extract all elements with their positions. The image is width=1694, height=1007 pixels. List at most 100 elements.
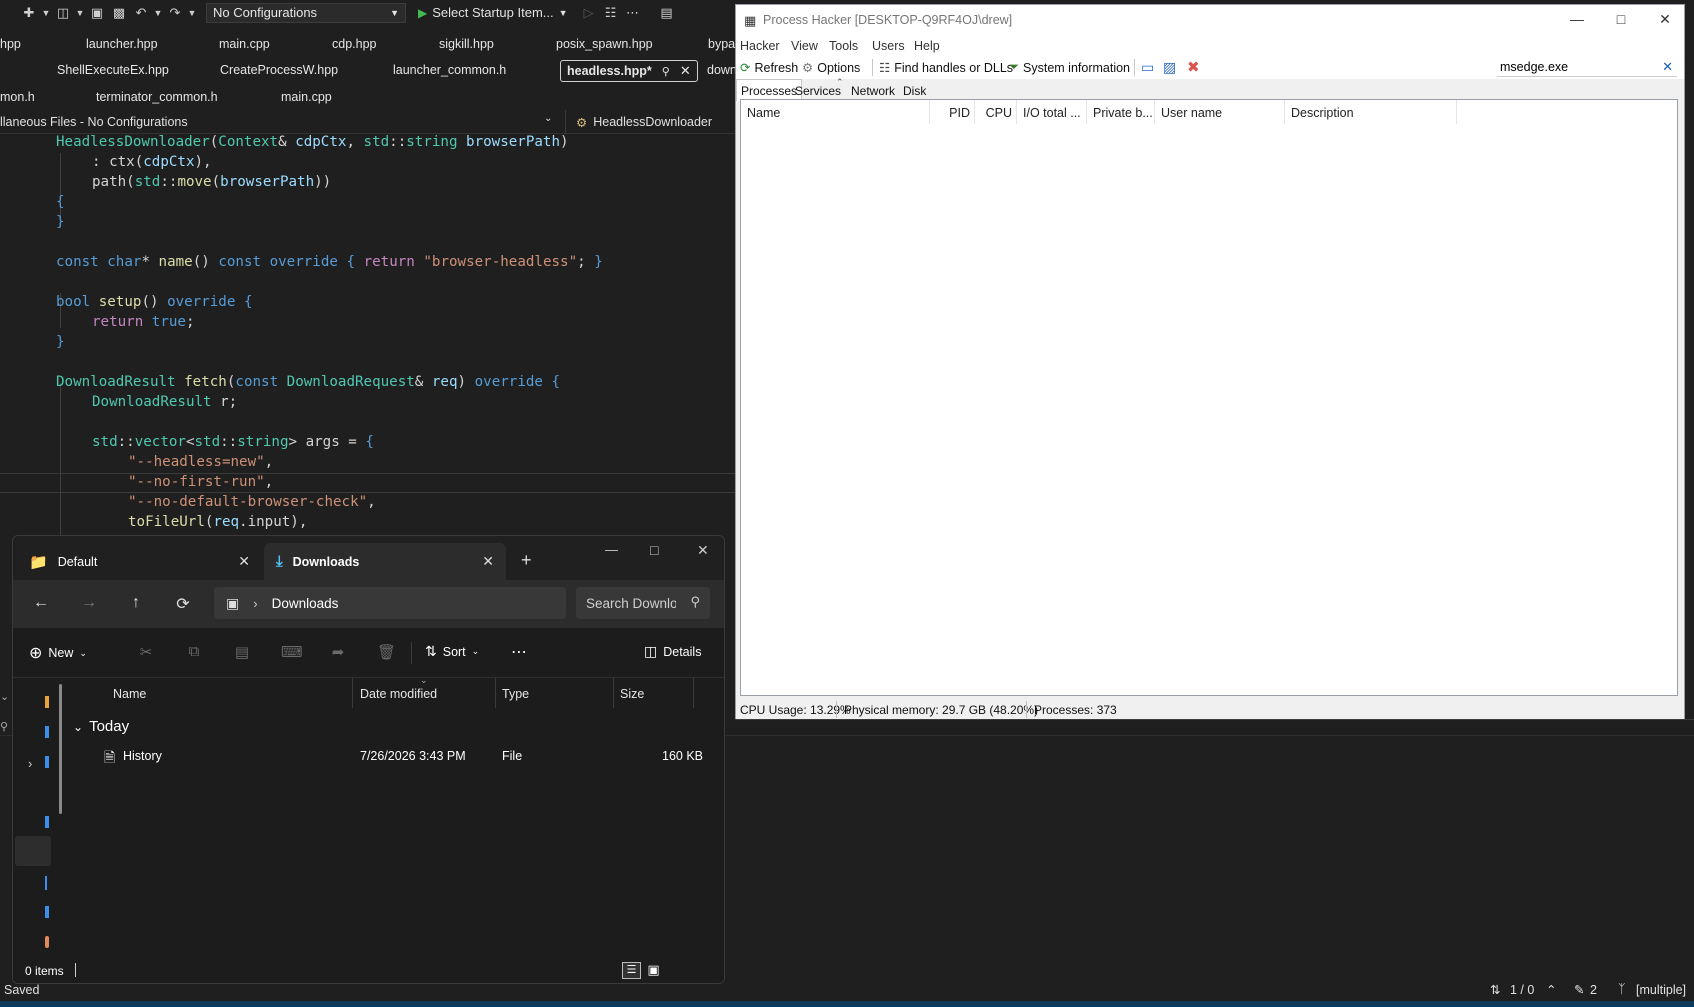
minimize-button[interactable]: — — [605, 542, 618, 557]
close-button[interactable]: ✕ — [697, 542, 709, 559]
system-information-button[interactable]: ⏷ System information — [1009, 60, 1130, 75]
undo-icon[interactable]: ↶ — [130, 2, 152, 24]
pin-icon[interactable]: ⚲ — [662, 65, 670, 78]
new-project-icon[interactable]: ✚ — [18, 2, 40, 24]
edit-count[interactable]: 2 — [1590, 983, 1597, 997]
doc-tab[interactable]: main.cpp — [281, 90, 332, 104]
column-name[interactable]: Name — [741, 100, 930, 124]
refresh-icon[interactable]: ⟳ — [171, 594, 195, 614]
nav-item-selected[interactable] — [15, 836, 51, 866]
share-icon[interactable]: ➦ — [329, 643, 347, 661]
menu-hacker[interactable]: Hacker — [740, 39, 780, 53]
doc-tab[interactable]: hpp — [0, 37, 21, 51]
delete-icon[interactable]: 🗑 — [377, 643, 396, 661]
open-file-icon[interactable]: ◫ — [52, 2, 74, 24]
scope-dropdown-label[interactable]: llaneous Files - No Configurations — [0, 115, 188, 129]
chevron-up-icon[interactable]: ⌃ — [1546, 982, 1556, 997]
tiles-view-icon[interactable]: ▣ — [645, 962, 662, 979]
line-arrows-icon[interactable]: ⇅ — [1490, 982, 1500, 997]
menu-help[interactable]: Help — [914, 39, 940, 53]
configuration-combo[interactable]: No Configurations ▼ — [206, 2, 406, 23]
refresh-button[interactable]: ⟳ Refresh — [740, 60, 798, 76]
chevron-down-icon[interactable]: ⌄ — [0, 690, 9, 703]
chevron-down-icon[interactable]: ▼ — [186, 2, 198, 24]
search-input[interactable]: Search Downloads ⚲ — [576, 587, 710, 619]
details-button[interactable]: ◫ Details — [644, 643, 701, 660]
clear-search-icon[interactable]: ✕ — [1662, 59, 1673, 75]
minimize-button[interactable]: — — [1562, 11, 1592, 27]
doc-tab[interactable]: ShellExecuteEx.hpp — [57, 63, 169, 77]
chevron-down-icon[interactable]: ⌄ — [544, 113, 552, 124]
column-private-bytes[interactable]: Private b... — [1087, 100, 1155, 124]
pin-icon[interactable]: ⚲ — [0, 720, 8, 733]
paste-icon[interactable]: ▤ — [233, 643, 251, 661]
close-icon[interactable]: ✕ — [482, 553, 494, 570]
save-icon[interactable]: ▣ — [86, 2, 108, 24]
column-header-date[interactable]: Date modified — [360, 687, 437, 701]
file-row[interactable]: 🗎 History 7/26/2026 3:43 PM File 160 KB — [68, 744, 724, 768]
nav-item-icon[interactable] — [45, 906, 49, 918]
window-icon[interactable]: ▭ — [1141, 59, 1154, 76]
tab-disk[interactable]: Disk — [899, 82, 930, 100]
doc-tab[interactable]: CreateProcessW.hpp — [220, 63, 338, 77]
process-filter-input[interactable]: msedge.exe ✕ — [1497, 58, 1677, 77]
process-list[interactable]: Name PID CPU I/O total ... Private b... … — [740, 99, 1678, 696]
branch-label[interactable]: [multiple] — [1636, 983, 1686, 997]
copy-icon[interactable]: ⧉ — [185, 643, 203, 661]
options-button[interactable]: ⚙ Options — [802, 60, 860, 76]
column-header-size[interactable]: Size — [620, 687, 644, 701]
menu-view[interactable]: View — [791, 39, 818, 53]
more-options-icon[interactable]: ⋯ — [511, 642, 527, 662]
column-pid[interactable]: PID — [930, 100, 975, 124]
doc-tab[interactable]: main.cpp — [219, 37, 270, 51]
tab-network[interactable]: Network — [847, 82, 899, 100]
chevron-down-icon[interactable]: ▼ — [152, 2, 164, 24]
tab-default[interactable]: 📁 Default ✕ — [17, 543, 262, 580]
nav-item-icon[interactable] — [45, 936, 49, 948]
start-without-debug-icon[interactable]: ▷ — [578, 2, 600, 24]
sort-button[interactable]: ⇅ Sort ⌄ — [425, 643, 479, 660]
chevron-down-icon[interactable]: ▼ — [74, 2, 86, 24]
back-icon[interactable]: ← — [29, 594, 53, 612]
nav-item-icon[interactable] — [45, 816, 49, 828]
terminate-icon[interactable]: ✖ — [1187, 58, 1200, 76]
maximize-button[interactable]: □ — [1606, 11, 1636, 27]
pencil-icon[interactable]: ✎ — [1574, 982, 1584, 997]
column-user-name[interactable]: User name — [1155, 100, 1285, 124]
find-window-icon[interactable]: ▨ — [1163, 59, 1176, 76]
group-header[interactable]: ⌄ Today — [73, 718, 129, 735]
hot-reload-icon[interactable]: ☷ — [600, 2, 622, 24]
nav-item-icon[interactable] — [45, 726, 49, 738]
doc-tab[interactable]: cdp.hpp — [332, 37, 376, 51]
member-dropdown[interactable]: ⚙ HeadlessDownloader — [565, 110, 735, 134]
doc-tab[interactable]: sigkill.hpp — [439, 37, 494, 51]
save-all-icon[interactable]: ▩ — [108, 2, 130, 24]
doc-tab[interactable]: down — [707, 63, 737, 77]
line-count[interactable]: 1 / 0 — [1510, 983, 1534, 997]
new-button[interactable]: ⊕ New ⌄ — [29, 643, 87, 663]
doc-tab[interactable]: mon.h — [0, 90, 35, 104]
close-icon[interactable]: ✕ — [680, 63, 691, 79]
nav-pane-scrollbar[interactable] — [59, 684, 62, 814]
new-tab-icon[interactable]: + — [521, 550, 532, 571]
navigation-pane[interactable]: › — [13, 678, 61, 963]
chevron-down-icon[interactable]: ▼ — [40, 2, 52, 24]
doc-tab[interactable]: terminator_common.h — [96, 90, 218, 104]
column-io-total[interactable]: I/O total ... — [1017, 100, 1087, 124]
doc-tab[interactable]: posix_spawn.hpp — [556, 37, 653, 51]
nav-item-icon[interactable] — [45, 696, 49, 708]
maximize-button[interactable]: □ — [650, 542, 658, 558]
startup-item-button[interactable]: ▶ Select Startup Item... ▼ — [418, 5, 568, 20]
find-handles-button[interactable]: ☷ Find handles or DLLs — [879, 60, 1013, 76]
cut-icon[interactable]: ✂ — [137, 643, 155, 661]
doc-tab[interactable]: launcher.hpp — [86, 37, 158, 51]
column-header-type[interactable]: Type — [502, 687, 529, 701]
branch-icon[interactable]: ᛉ — [1618, 982, 1626, 996]
details-view-icon[interactable]: ☰ — [622, 962, 641, 979]
close-button[interactable]: ✕ — [1650, 11, 1680, 28]
feedback-icon[interactable]: ▤ — [656, 2, 678, 24]
column-cpu[interactable]: CPU — [975, 100, 1017, 124]
menu-tools[interactable]: Tools — [829, 39, 858, 53]
forward-icon[interactable]: → — [77, 594, 101, 612]
address-bar[interactable]: ▣ › Downloads — [214, 587, 566, 619]
